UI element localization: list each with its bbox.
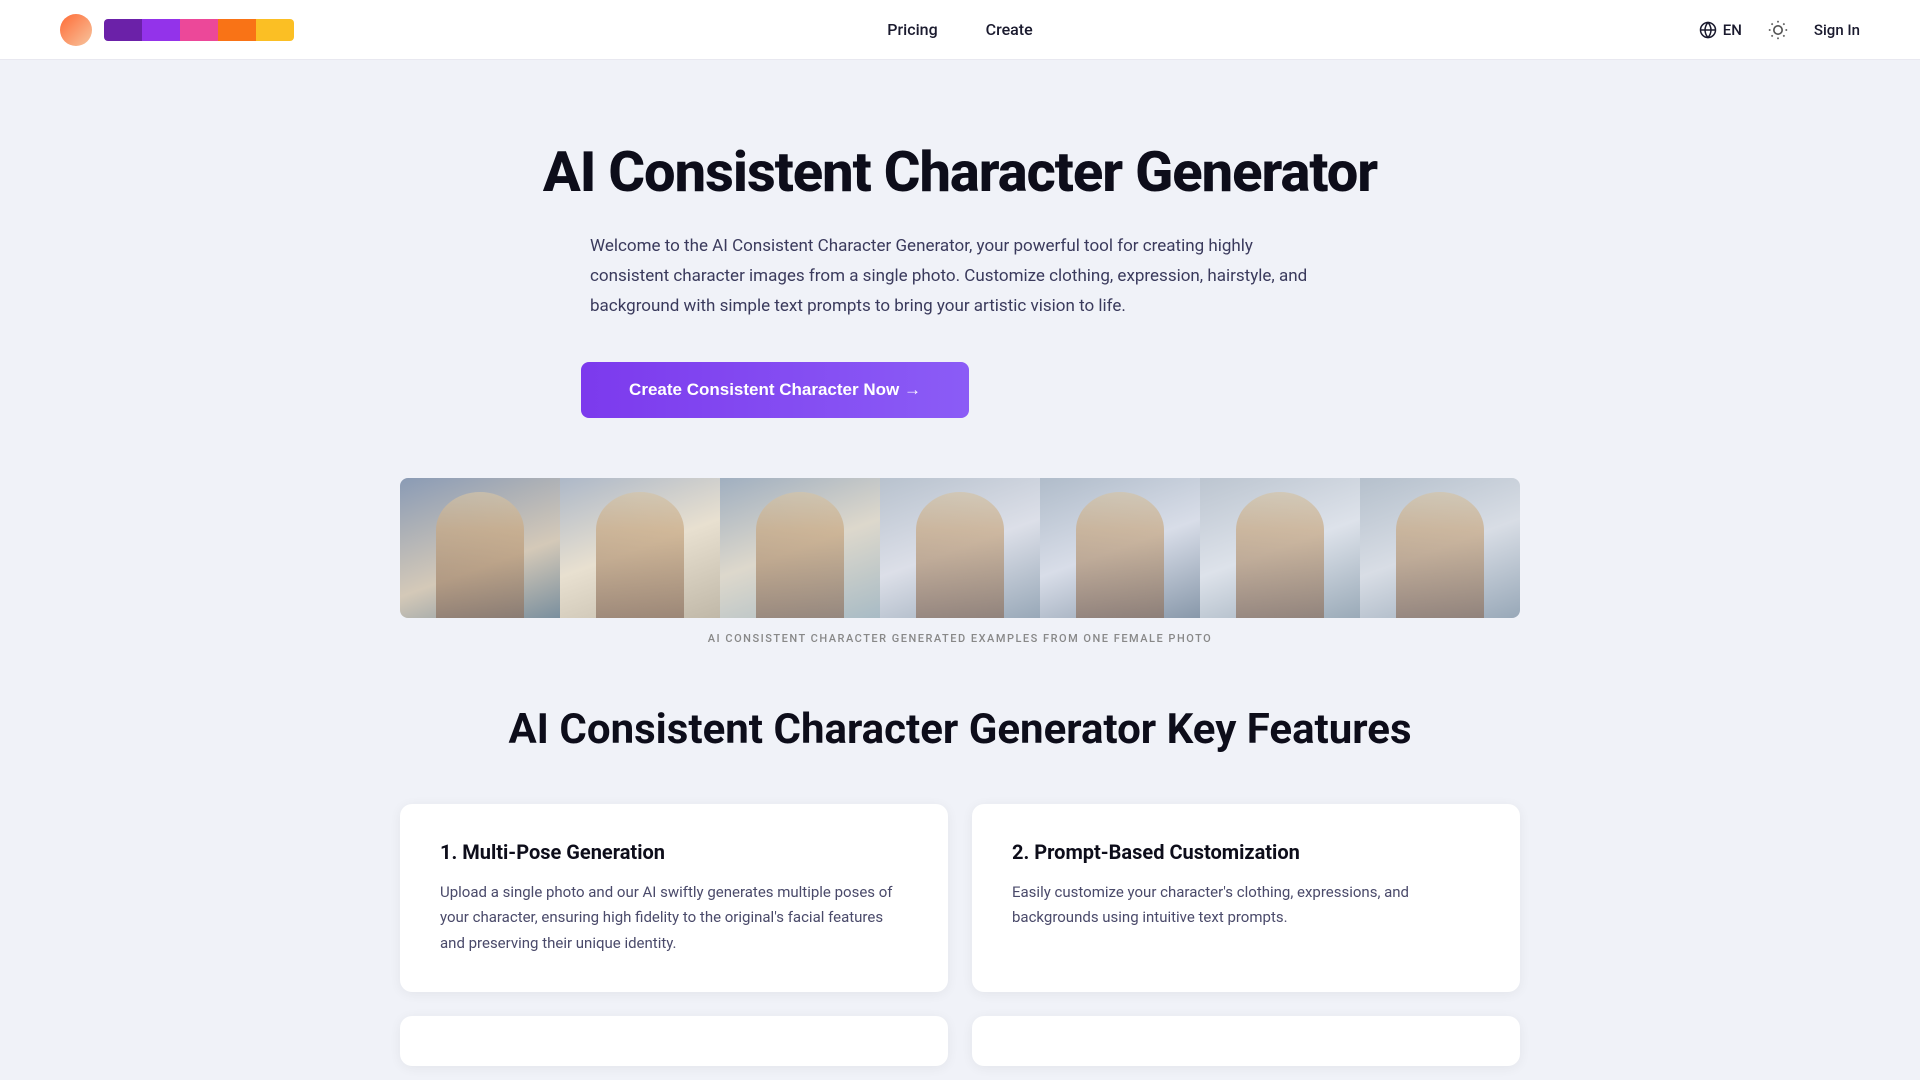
features-grid-partial bbox=[400, 1016, 1520, 1066]
language-label: EN bbox=[1723, 21, 1742, 39]
gallery-strip bbox=[400, 478, 1520, 618]
theme-toggle[interactable] bbox=[1762, 14, 1794, 46]
main-content: AI Consistent Character Generator Welcom… bbox=[360, 60, 1560, 1066]
hero-description: Welcome to the AI Consistent Character G… bbox=[590, 232, 1330, 321]
logo-seg-5 bbox=[256, 19, 294, 41]
logo-seg-4 bbox=[218, 19, 256, 41]
feature-card-2: 2. Prompt-Based Customization Easily cus… bbox=[972, 804, 1520, 993]
cta-button[interactable]: Create Consistent Character Now → bbox=[581, 362, 969, 418]
feature-card-2-desc: Easily customize your character's clothi… bbox=[1012, 880, 1480, 931]
sun-icon bbox=[1768, 20, 1788, 40]
gallery-image-6 bbox=[1200, 478, 1360, 618]
logo-seg-2 bbox=[142, 19, 180, 41]
gallery-section: AI CONSISTENT CHARACTER GENERATED EXAMPL… bbox=[400, 478, 1520, 645]
navbar: Pricing Create EN Sign In bbox=[0, 0, 1920, 60]
feature-card-4-partial bbox=[972, 1016, 1520, 1066]
logo-bar bbox=[104, 19, 294, 41]
feature-card-1-title: 1. Multi-Pose Generation bbox=[440, 840, 908, 864]
gallery-caption: AI CONSISTENT CHARACTER GENERATED EXAMPL… bbox=[400, 632, 1520, 645]
feature-card-1-desc: Upload a single photo and our AI swiftly… bbox=[440, 880, 908, 957]
features-title: AI Consistent Character Generator Key Fe… bbox=[400, 705, 1520, 754]
logo-seg-3 bbox=[180, 19, 218, 41]
gallery-image-5 bbox=[1040, 478, 1200, 618]
feature-card-1: 1. Multi-Pose Generation Upload a single… bbox=[400, 804, 948, 993]
language-selector[interactable]: EN bbox=[1699, 21, 1742, 39]
gallery-image-1 bbox=[400, 478, 560, 618]
nav-right: EN Sign In bbox=[1699, 14, 1860, 46]
gallery-image-7 bbox=[1360, 478, 1520, 618]
logo-seg-1 bbox=[104, 19, 142, 41]
logo-circle-icon bbox=[60, 14, 92, 46]
features-grid: 1. Multi-Pose Generation Upload a single… bbox=[400, 804, 1520, 993]
feature-card-2-title: 2. Prompt-Based Customization bbox=[1012, 840, 1480, 864]
create-link[interactable]: Create bbox=[986, 20, 1033, 39]
gallery-image-3 bbox=[720, 478, 880, 618]
logo-area bbox=[60, 14, 294, 46]
nav-links: Pricing Create bbox=[887, 20, 1032, 39]
hero-title: AI Consistent Character Generator bbox=[400, 140, 1520, 204]
pricing-link[interactable]: Pricing bbox=[887, 20, 937, 39]
feature-card-3-partial bbox=[400, 1016, 948, 1066]
hero-section: AI Consistent Character Generator Welcom… bbox=[400, 140, 1520, 418]
signin-button[interactable]: Sign In bbox=[1814, 21, 1860, 39]
globe-icon bbox=[1699, 21, 1717, 39]
features-section: AI Consistent Character Generator Key Fe… bbox=[400, 705, 1520, 1067]
gallery-image-2 bbox=[560, 478, 720, 618]
gallery-image-4 bbox=[880, 478, 1040, 618]
